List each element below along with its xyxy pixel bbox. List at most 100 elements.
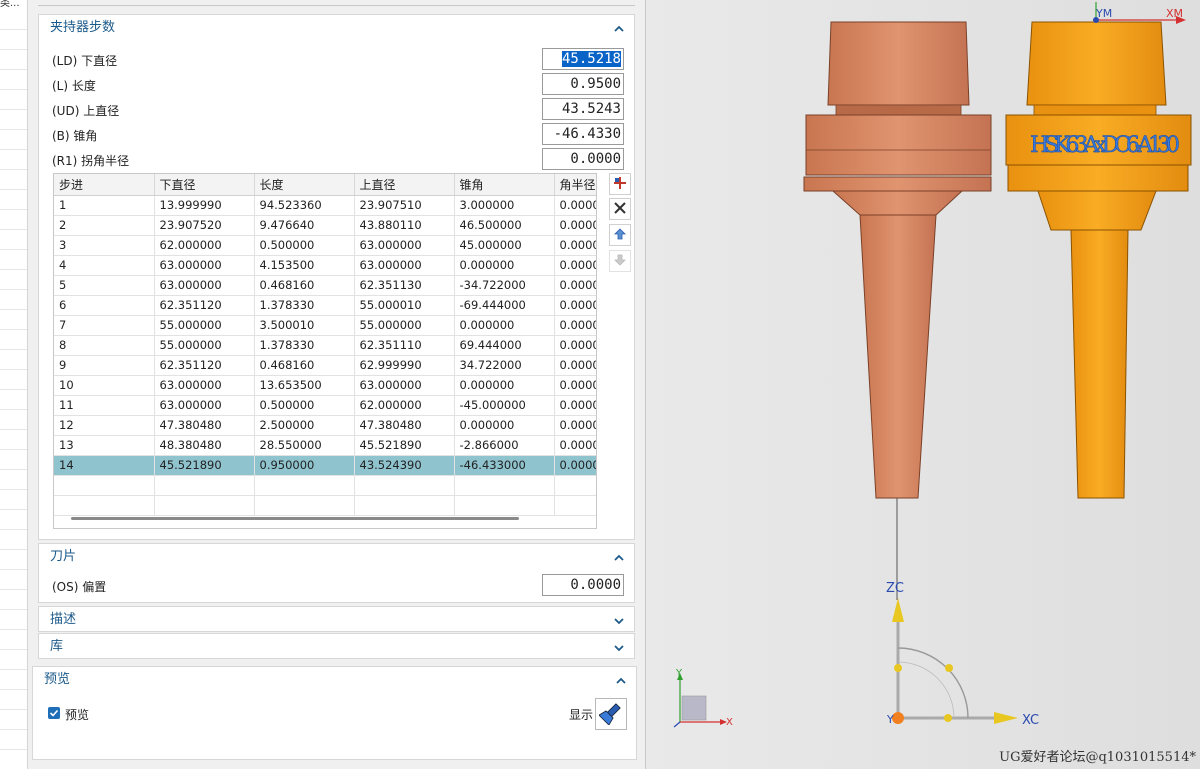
- table-cell[interactable]: 55.000000: [154, 335, 255, 356]
- table-row[interactable]: 12 47.380480 2.500000 47.380480 0.000000 0.00…: [54, 415, 596, 436]
- col-header-upper-diameter[interactable]: 上直径: [354, 174, 455, 196]
- add-step-button[interactable]: [609, 173, 631, 195]
- table-cell[interactable]: 63.000000: [154, 275, 255, 296]
- taper-angle-input[interactable]: -46.4330: [542, 123, 624, 145]
- table-row[interactable]: 4 63.000000 4.153500 63.000000 0.000000 0.000…: [54, 255, 596, 276]
- holder-steps-header[interactable]: 夹持器步数: [39, 15, 634, 41]
- table-cell[interactable]: -45.000000: [454, 395, 555, 416]
- table-cell[interactable]: 7: [54, 315, 155, 336]
- library-header[interactable]: 库: [39, 634, 634, 660]
- show-preview-button[interactable]: [595, 698, 627, 730]
- table-cell[interactable]: 0.468160: [254, 355, 355, 376]
- table-cell[interactable]: 0.0000: [554, 455, 596, 476]
- graphics-viewport[interactable]: HSK63AxDC6-A130 YM XM ZC XC Y Y X UG爱好者论…: [646, 0, 1200, 769]
- table-cell[interactable]: -2.866000: [454, 435, 555, 456]
- table-cell[interactable]: 28.550000: [254, 435, 355, 456]
- table-cell[interactable]: 0.0000: [554, 275, 596, 296]
- preview-header[interactable]: 预览: [33, 667, 636, 693]
- table-row[interactable]: 11 63.000000 0.500000 62.000000 -45.000000 0.…: [54, 395, 596, 416]
- lower-diameter-input[interactable]: 45.5218: [542, 48, 624, 70]
- table-cell[interactable]: 13.653500: [254, 375, 355, 396]
- table-cell[interactable]: 0.0000: [554, 435, 596, 456]
- table-cell[interactable]: 62.351120: [154, 355, 255, 376]
- table-cell[interactable]: 2: [54, 215, 155, 236]
- table-cell[interactable]: 3.000000: [454, 195, 555, 216]
- table-cell[interactable]: -34.722000: [454, 275, 555, 296]
- move-down-button[interactable]: [609, 250, 631, 272]
- table-cell[interactable]: 45.000000: [454, 235, 555, 256]
- chevron-up-icon[interactable]: [616, 676, 626, 686]
- table-cell[interactable]: 0.000000: [454, 375, 555, 396]
- table-cell[interactable]: 46.500000: [454, 215, 555, 236]
- table-cell[interactable]: 0.0000: [554, 195, 596, 216]
- table-cell[interactable]: 63.000000: [154, 255, 255, 276]
- corner-radius-input[interactable]: 0.0000: [542, 148, 624, 170]
- table-cell[interactable]: 0.0000: [554, 395, 596, 416]
- table-cell[interactable]: 0.000000: [454, 415, 555, 436]
- table-cell[interactable]: 63.000000: [154, 395, 255, 416]
- table-cell[interactable]: 2.500000: [254, 415, 355, 436]
- table-cell[interactable]: 62.351130: [354, 275, 455, 296]
- move-up-button[interactable]: [609, 224, 631, 246]
- table-cell[interactable]: 1: [54, 195, 155, 216]
- table-cell[interactable]: 0.0000: [554, 215, 596, 236]
- table-row[interactable]: 2 23.907520 9.476640 43.880110 46.500000 0.00…: [54, 215, 596, 236]
- col-header-taper-angle[interactable]: 锥角: [454, 174, 555, 196]
- table-cell[interactable]: 0.000000: [454, 255, 555, 276]
- description-header[interactable]: 描述: [39, 607, 634, 633]
- table-cell[interactable]: 0.000000: [454, 315, 555, 336]
- delete-step-button[interactable]: [609, 198, 631, 220]
- preview-checkbox[interactable]: [48, 707, 60, 719]
- table-cell[interactable]: 4: [54, 255, 155, 276]
- upper-diameter-input[interactable]: 43.5243: [542, 98, 624, 120]
- table-cell[interactable]: 62.351110: [354, 335, 455, 356]
- table-cell[interactable]: 23.907520: [154, 215, 255, 236]
- table-cell[interactable]: 0.0000: [554, 335, 596, 356]
- table-cell[interactable]: 3.500010: [254, 315, 355, 336]
- table-cell[interactable]: 55.000000: [354, 315, 455, 336]
- col-header-length[interactable]: 长度: [254, 174, 355, 196]
- table-cell[interactable]: -69.444000: [454, 295, 555, 316]
- table-row[interactable]: 9 62.351120 0.468160 62.999990 34.722000 0.00…: [54, 355, 596, 376]
- insert-header[interactable]: 刀片: [39, 544, 634, 570]
- table-cell[interactable]: 0.500000: [254, 395, 355, 416]
- col-header-lower-diameter[interactable]: 下直径: [154, 174, 255, 196]
- table-row[interactable]: 5 63.000000 0.468160 62.351130 -34.722000 0.0…: [54, 275, 596, 296]
- table-cell[interactable]: 0.0000: [554, 235, 596, 256]
- table-cell[interactable]: 55.000010: [354, 295, 455, 316]
- table-cell[interactable]: 94.523360: [254, 195, 355, 216]
- table-cell[interactable]: 63.000000: [154, 375, 255, 396]
- table-cell[interactable]: 3: [54, 235, 155, 256]
- table-cell[interactable]: 45.521890: [354, 435, 455, 456]
- table-cell[interactable]: 0.468160: [254, 275, 355, 296]
- table-row[interactable]: 14 45.521890 0.950000 43.524390 -46.433000 0.…: [54, 455, 596, 476]
- horizontal-scrollbar[interactable]: [71, 517, 519, 520]
- table-cell[interactable]: 62.999990: [354, 355, 455, 376]
- table-cell[interactable]: 47.380480: [154, 415, 255, 436]
- table-cell[interactable]: 0.500000: [254, 235, 355, 256]
- table-cell[interactable]: 0.0000: [554, 375, 596, 396]
- length-input[interactable]: 0.9500: [542, 73, 624, 95]
- chevron-up-icon[interactable]: [614, 24, 624, 34]
- table-cell[interactable]: 9: [54, 355, 155, 376]
- table-cell[interactable]: 0.0000: [554, 415, 596, 436]
- table-cell[interactable]: 69.444000: [454, 335, 555, 356]
- chevron-down-icon[interactable]: [614, 616, 624, 626]
- table-cell[interactable]: 62.000000: [354, 395, 455, 416]
- table-cell[interactable]: 0.0000: [554, 315, 596, 336]
- table-cell[interactable]: 6: [54, 295, 155, 316]
- table-cell[interactable]: 62.351120: [154, 295, 255, 316]
- table-row[interactable]: 7 55.000000 3.500010 55.000000 0.000000 0.000…: [54, 315, 596, 336]
- table-cell[interactable]: 43.880110: [354, 215, 455, 236]
- table-row[interactable]: 10 63.000000 13.653500 63.000000 0.000000 0.0…: [54, 375, 596, 396]
- table-cell[interactable]: 11: [54, 395, 155, 416]
- table-cell[interactable]: 1.378330: [254, 335, 355, 356]
- table-cell[interactable]: 0.0000: [554, 295, 596, 316]
- table-row[interactable]: 1 13.999990 94.523360 23.907510 3.000000 0.00…: [54, 195, 596, 216]
- table-row[interactable]: 3 62.000000 0.500000 63.000000 45.000000 0.00…: [54, 235, 596, 256]
- table-cell[interactable]: 0.0000: [554, 355, 596, 376]
- table-cell[interactable]: 4.153500: [254, 255, 355, 276]
- table-row[interactable]: 8 55.000000 1.378330 62.351110 69.444000 0.00…: [54, 335, 596, 356]
- col-header-corner-radius[interactable]: 角半径: [554, 174, 596, 196]
- offset-input[interactable]: 0.0000: [542, 574, 624, 596]
